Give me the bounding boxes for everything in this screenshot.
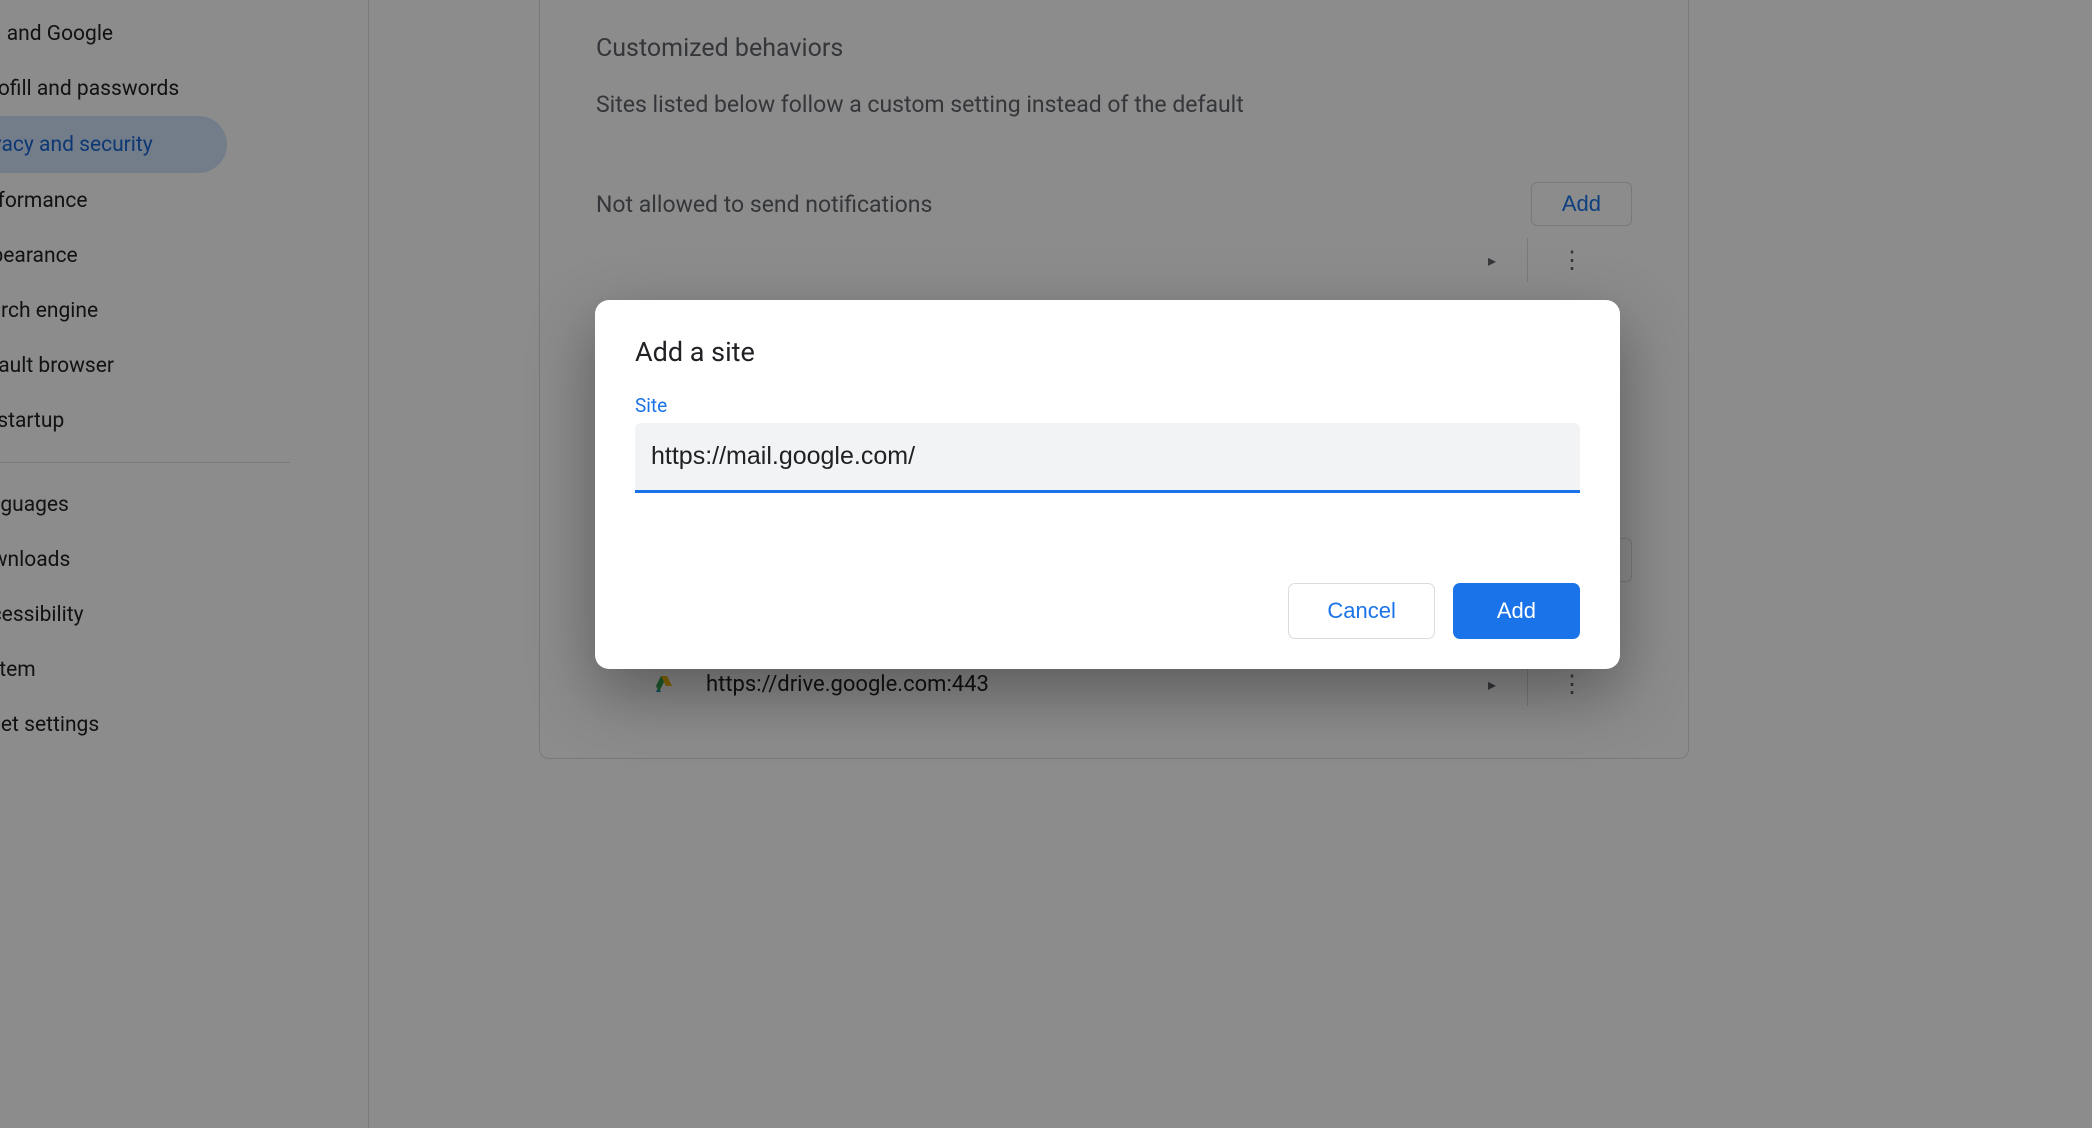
site-field-label: Site bbox=[635, 394, 1580, 417]
add-button[interactable]: Add bbox=[1453, 583, 1580, 639]
dialog-title: Add a site bbox=[635, 336, 1580, 368]
site-url-input[interactable] bbox=[635, 423, 1580, 493]
cancel-button[interactable]: Cancel bbox=[1288, 583, 1434, 639]
dialog-actions: Cancel Add bbox=[635, 583, 1580, 639]
add-site-dialog: Add a site Site Cancel Add bbox=[595, 300, 1620, 669]
